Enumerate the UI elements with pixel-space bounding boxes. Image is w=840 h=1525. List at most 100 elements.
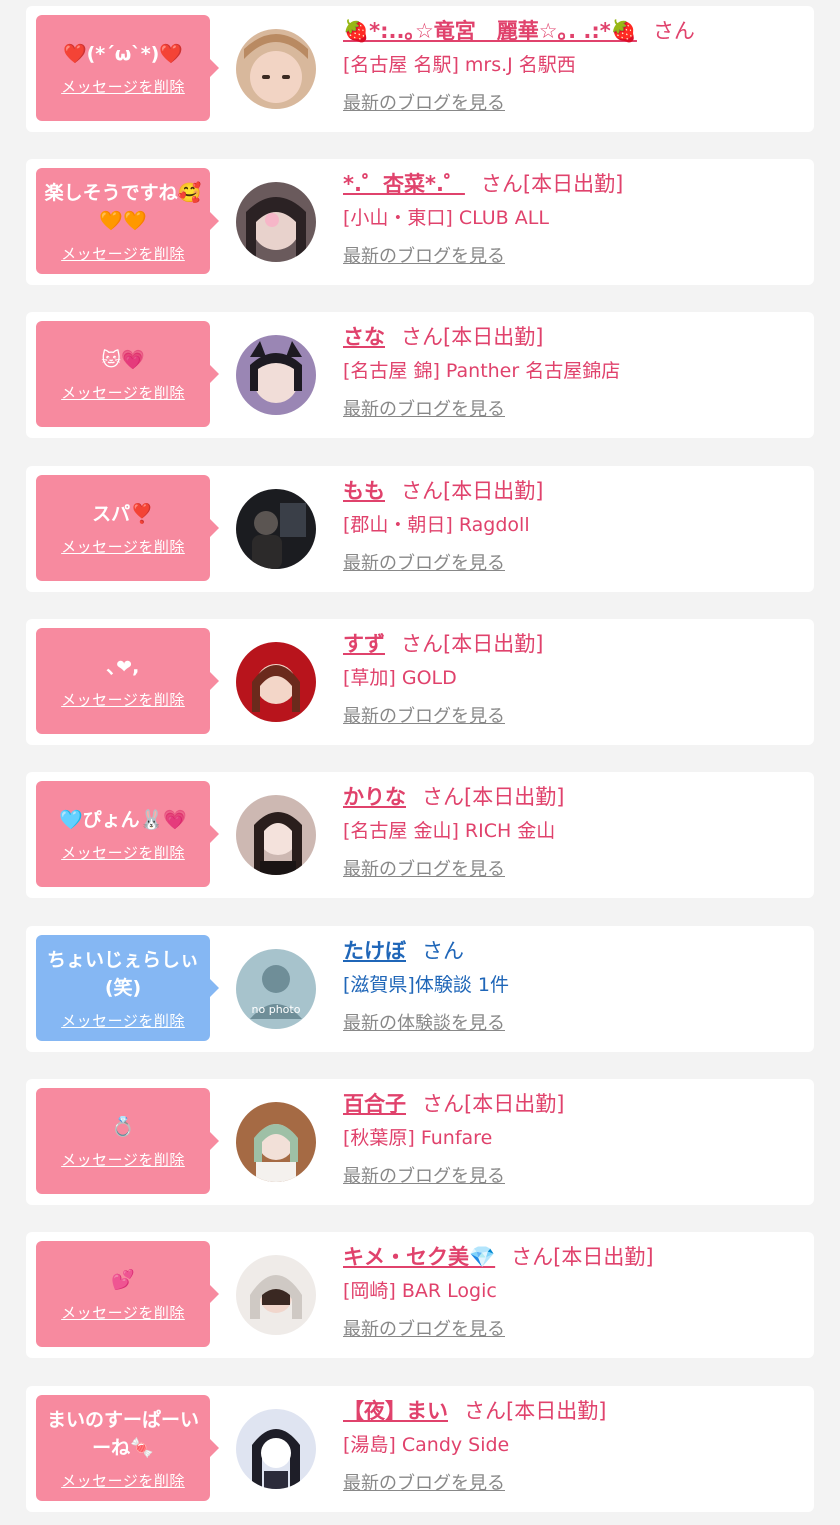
- avatar[interactable]: [236, 642, 316, 722]
- shop-label: [草加] GOLD: [343, 667, 457, 689]
- delete-message-link[interactable]: メッセージを削除: [61, 1470, 185, 1491]
- review-count-label: [滋賀県]体験談 1件: [343, 974, 509, 996]
- honorific: さん: [401, 479, 443, 503]
- message-text: ❤️(*´ω`*)❤️: [62, 42, 184, 65]
- latest-blog-link[interactable]: 最新のブログを見る: [343, 243, 804, 271]
- delete-message-link[interactable]: メッセージを削除: [61, 1010, 185, 1031]
- honorific: さん: [480, 172, 523, 196]
- message-text: 💍: [111, 1115, 135, 1138]
- list-item: 💕 メッセージを削除 キメ・セク美💎 さん[本日出勤] [岡崎] BAR Logi…: [26, 1232, 814, 1358]
- message-bubble: 💍 メッセージを削除: [36, 1088, 219, 1194]
- latest-blog-link[interactable]: 最新のブログを見る: [343, 703, 804, 731]
- message-text: 🐱💗: [101, 348, 145, 371]
- sender-name-link[interactable]: *.゜杏菜*.゜: [343, 172, 465, 196]
- shop-label: [名古屋 名駅] mrs.J 名駅西: [343, 54, 576, 76]
- status-badge: [本日出勤]: [443, 325, 544, 349]
- message-list: ❤️(*´ω`*)❤️ メッセージを削除 🍓*:..｡☆竜宮 麗華☆｡. .:*…: [0, 0, 840, 1525]
- message-text: ､❤︎,: [106, 655, 140, 678]
- status-badge: [本日出勤]: [443, 479, 544, 503]
- latest-blog-link[interactable]: 最新のブログを見る: [343, 1316, 804, 1344]
- sender-name-link[interactable]: かりな: [343, 785, 406, 809]
- list-item: スパ❣️ メッセージを削除 もも さん[本日出勤] [郡山・朝日] Ragdoll…: [26, 466, 814, 592]
- sender-name-link[interactable]: さな: [343, 325, 385, 349]
- avatar[interactable]: [236, 1102, 316, 1182]
- message-bubble: まいのすーぱーいーね🍬 メッセージを削除: [36, 1395, 219, 1501]
- delete-message-link[interactable]: メッセージを削除: [61, 1149, 185, 1170]
- message-bubble: スパ❣️ メッセージを削除: [36, 475, 219, 581]
- status-badge: [本日出勤]: [443, 632, 544, 656]
- latest-blog-link[interactable]: 最新のブログを見る: [343, 90, 804, 118]
- message-bubble: 楽しそうですね🥰🧡🧡 メッセージを削除: [36, 168, 219, 274]
- honorific: さん: [511, 1245, 554, 1269]
- list-item: 💍 メッセージを削除 百合子 さん[本日出勤] [秋葉原] Funfare 最新の…: [26, 1079, 814, 1205]
- status-badge: [本日出勤]: [506, 1399, 607, 1423]
- message-bubble: 🩵ぴょん🐰💗 メッセージを削除: [36, 781, 219, 887]
- sender-name-link[interactable]: たけぼ: [343, 939, 406, 963]
- avatar[interactable]: [236, 335, 316, 415]
- honorific: さん: [652, 19, 695, 43]
- shop-label: [郡山・朝日] Ragdoll: [343, 514, 530, 536]
- status-badge: [本日出勤]: [522, 172, 624, 196]
- list-item: 🩵ぴょん🐰💗 メッセージを削除 かりな さん[本日出勤] [名古屋 金山] RIC…: [26, 772, 814, 898]
- message-text: 💕: [111, 1268, 135, 1291]
- sender-name-link[interactable]: 🍓*:..｡☆竜宮 麗華☆｡. .:*🍓: [343, 19, 637, 43]
- sender-name-link[interactable]: もも: [343, 479, 385, 503]
- latest-review-link[interactable]: 最新の体験談を見る: [343, 1010, 804, 1038]
- sender-name-link[interactable]: キメ・セク美💎: [343, 1245, 495, 1269]
- honorific: さん: [422, 1092, 464, 1116]
- avatar[interactable]: [236, 1255, 316, 1335]
- status-badge: [本日出勤]: [464, 785, 565, 809]
- message-text: まいのすーぱーいーね🍬: [46, 1408, 199, 1459]
- delete-message-link[interactable]: メッセージを削除: [61, 689, 185, 710]
- delete-message-link[interactable]: メッセージを削除: [61, 842, 185, 863]
- list-item: まいのすーぱーいーね🍬 メッセージを削除 【夜】まい さん[本日出勤] [湯島] …: [26, 1386, 814, 1512]
- list-item: ､❤︎, メッセージを削除 すず さん[本日出勤] [草加] GOLD 最新のブロ…: [26, 619, 814, 745]
- honorific: さん: [422, 939, 464, 963]
- shop-label: [湯島] Candy Side: [343, 1434, 510, 1456]
- latest-blog-link[interactable]: 最新のブログを見る: [343, 856, 804, 884]
- avatar[interactable]: [236, 795, 316, 875]
- message-text: ちょいじぇらしぃ(笑): [46, 948, 199, 999]
- avatar[interactable]: [236, 1409, 316, 1489]
- shop-label: [名古屋 錦] Panther 名古屋錦店: [343, 360, 621, 382]
- sender-name-link[interactable]: 百合子: [343, 1092, 406, 1116]
- list-item: 楽しそうですね🥰🧡🧡 メッセージを削除 *.゜杏菜*.゜ さん[本日出勤] [小山…: [26, 159, 814, 285]
- list-item: 🐱💗 メッセージを削除 さな さん[本日出勤] [名古屋 錦] Panther 名…: [26, 312, 814, 438]
- shop-label: [岡崎] BAR Logic: [343, 1280, 497, 1302]
- message-text: 🩵ぴょん🐰💗: [59, 808, 187, 831]
- honorific: さん: [401, 632, 443, 656]
- delete-message-link[interactable]: メッセージを削除: [61, 382, 185, 403]
- list-item: ちょいじぇらしぃ(笑) メッセージを削除 no photo たけぼ さん [滋賀県…: [26, 926, 814, 1052]
- latest-blog-link[interactable]: 最新のブログを見る: [343, 396, 804, 424]
- shop-label: [秋葉原] Funfare: [343, 1127, 493, 1149]
- honorific: さん: [464, 1399, 506, 1423]
- delete-message-link[interactable]: メッセージを削除: [61, 243, 185, 264]
- message-bubble: ❤️(*´ω`*)❤️ メッセージを削除: [36, 15, 219, 121]
- honorific: さん: [401, 325, 443, 349]
- avatar[interactable]: [236, 489, 316, 569]
- message-bubble: 💕 メッセージを削除: [36, 1241, 219, 1347]
- avatar[interactable]: [236, 182, 316, 262]
- avatar[interactable]: no photo: [236, 949, 316, 1029]
- honorific: さん: [422, 785, 464, 809]
- message-bubble: ､❤︎, メッセージを削除: [36, 628, 219, 734]
- message-bubble: 🐱💗 メッセージを削除: [36, 321, 219, 427]
- message-text: スパ❣️: [92, 502, 154, 525]
- message-bubble: ちょいじぇらしぃ(笑) メッセージを削除: [36, 935, 219, 1041]
- latest-blog-link[interactable]: 最新のブログを見る: [343, 1163, 804, 1191]
- message-text: 楽しそうですね🥰🧡🧡: [44, 181, 202, 232]
- delete-message-link[interactable]: メッセージを削除: [61, 1302, 185, 1323]
- shop-label: [小山・東口] CLUB ALL: [343, 207, 549, 229]
- latest-blog-link[interactable]: 最新のブログを見る: [343, 550, 804, 578]
- no-photo-label: no photo: [252, 1003, 301, 1016]
- status-badge: [本日出勤]: [553, 1245, 654, 1269]
- avatar[interactable]: [236, 29, 316, 109]
- sender-name-link[interactable]: すず: [343, 632, 385, 656]
- sender-name-link[interactable]: 【夜】まい: [343, 1399, 448, 1423]
- shop-label: [名古屋 金山] RICH 金山: [343, 820, 556, 842]
- delete-message-link[interactable]: メッセージを削除: [61, 536, 185, 557]
- delete-message-link[interactable]: メッセージを削除: [61, 76, 185, 97]
- latest-blog-link[interactable]: 最新のブログを見る: [343, 1470, 804, 1498]
- list-item: ❤️(*´ω`*)❤️ メッセージを削除 🍓*:..｡☆竜宮 麗華☆｡. .:*…: [26, 6, 814, 132]
- status-badge: [本日出勤]: [464, 1092, 565, 1116]
